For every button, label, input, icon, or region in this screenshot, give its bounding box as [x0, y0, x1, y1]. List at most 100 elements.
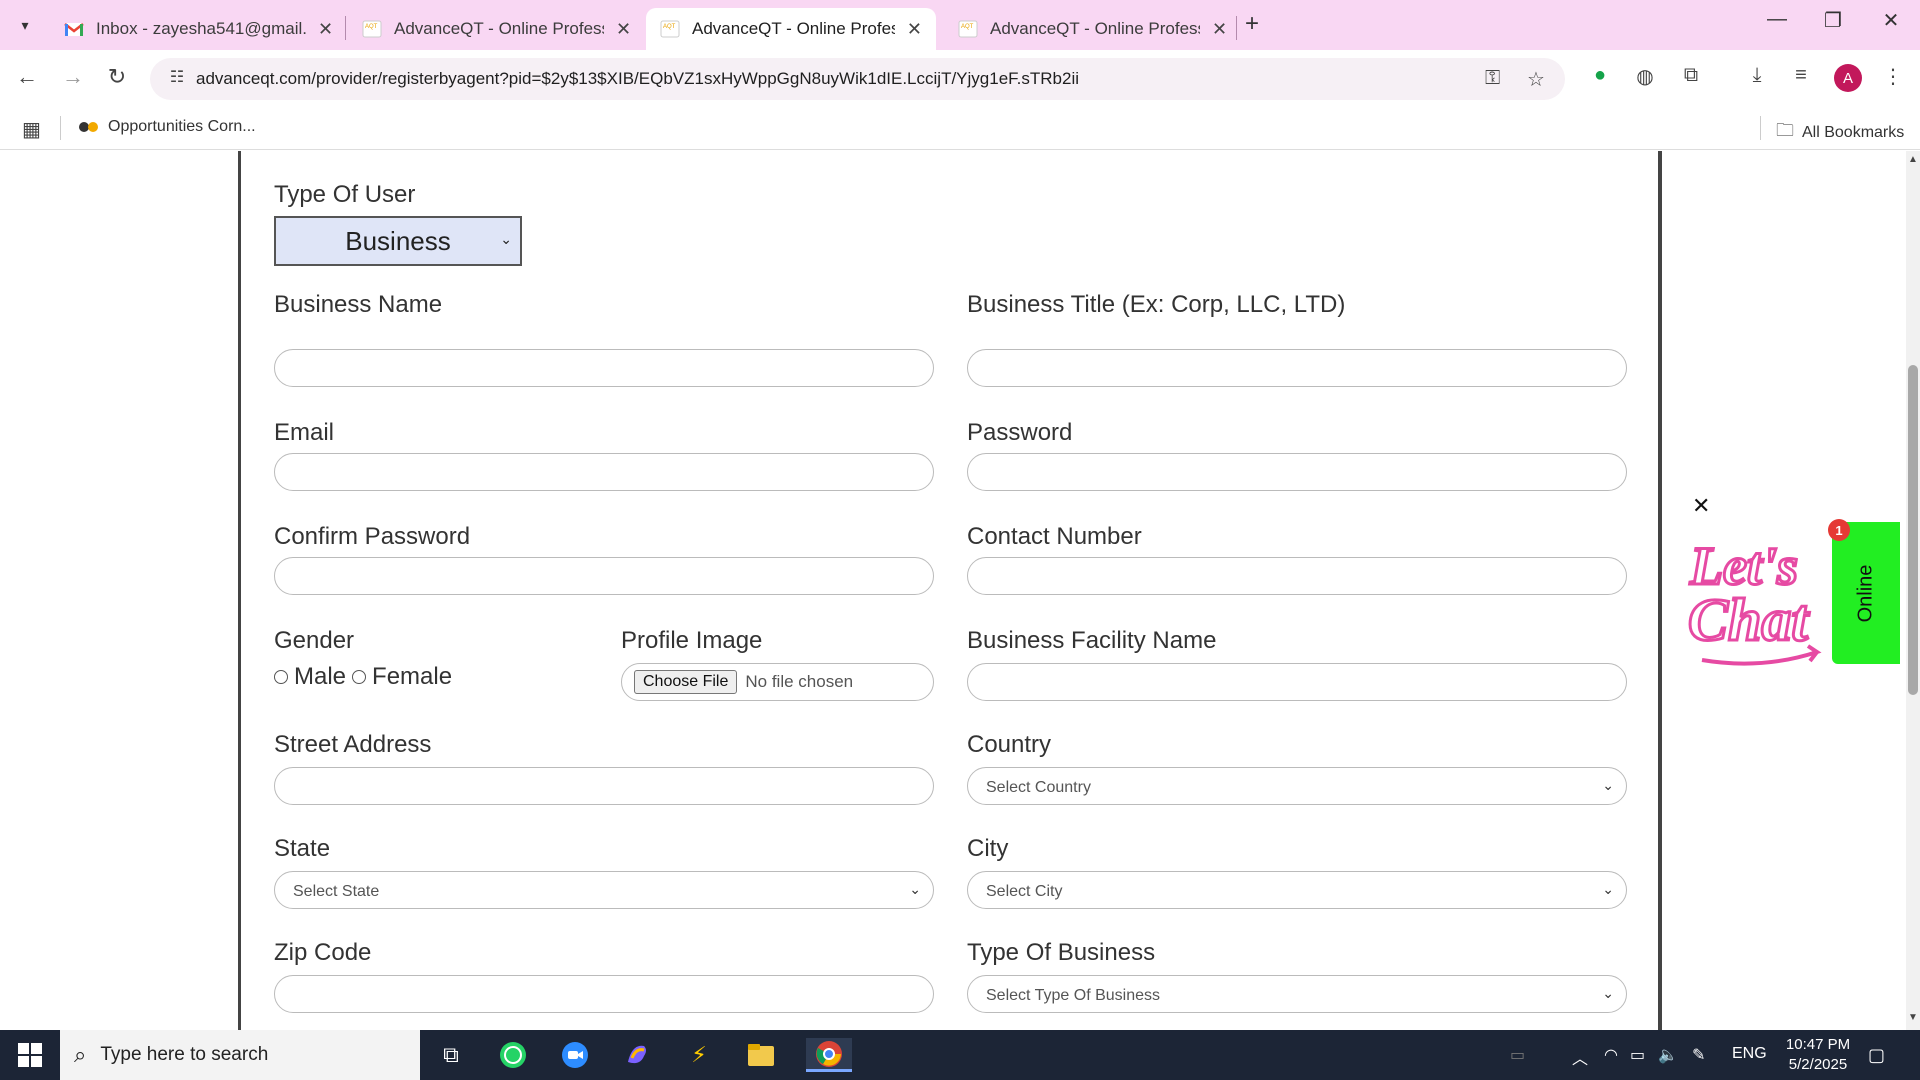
chat-art-line2: Chat — [1688, 587, 1810, 653]
close-tab-icon[interactable]: ✕ — [907, 19, 922, 40]
gender-label: Gender — [274, 627, 355, 654]
chevron-down-icon: ⌄ — [1602, 985, 1614, 1001]
tab-divider — [1236, 16, 1237, 40]
password-input[interactable] — [967, 453, 1627, 491]
state-select[interactable]: Select State ⌄ — [274, 871, 934, 909]
bookmarks-divider — [1760, 116, 1761, 140]
keyboard-tray-icon[interactable]: ▭ — [1510, 1045, 1525, 1065]
close-tab-icon[interactable]: ✕ — [1212, 19, 1227, 40]
tab-gmail-inbox[interactable]: Inbox - zayesha541@gmail.com ✕ — [50, 8, 347, 50]
type-of-user-select[interactable]: Business ⌄ — [274, 216, 522, 266]
gender-male-radio[interactable] — [274, 670, 288, 684]
zip-code-label: Zip Code — [274, 939, 372, 966]
profile-avatar[interactable]: A — [1834, 64, 1862, 92]
task-view-icon[interactable]: ⧉ — [434, 1038, 468, 1072]
back-arrow-icon[interactable]: ← — [12, 64, 42, 90]
business-facility-input[interactable] — [967, 663, 1627, 701]
copilot-icon[interactable] — [620, 1038, 654, 1072]
media-controls-icon[interactable]: ≡ — [1786, 64, 1816, 87]
tab-advanceqt-3[interactable]: AQT AdvanceQT - Online Professional ✕ — [944, 8, 1241, 50]
scroll-down-arrow-icon[interactable]: ▼ — [1906, 1012, 1920, 1023]
gender-female-radio[interactable] — [352, 670, 367, 684]
lets-chat-art[interactable]: Let's Chat — [1682, 520, 1842, 670]
all-bookmarks[interactable]: 🗀 All Bookmarks — [1776, 118, 1904, 148]
restore-icon[interactable]: ❐ — [1808, 8, 1858, 33]
taskbar-clock[interactable]: 10:47 PM 5/2/2025 — [1776, 1035, 1860, 1075]
file-explorer-icon[interactable] — [744, 1038, 778, 1072]
country-select[interactable]: Select Country ⌄ — [967, 767, 1627, 805]
form-card-right-border — [1658, 151, 1662, 1030]
menu-kebab-icon[interactable]: ⋮ — [1878, 64, 1908, 89]
chat-close-icon[interactable]: ✕ — [1692, 493, 1710, 519]
confirm-password-label: Confirm Password — [274, 523, 471, 550]
zoom-icon[interactable] — [558, 1038, 592, 1072]
pen-icon[interactable]: ✎ — [1692, 1045, 1705, 1065]
chat-notification-badge: 1 — [1828, 519, 1850, 541]
chat-online-button[interactable]: Online — [1832, 522, 1900, 664]
minimize-icon[interactable]: — — [1752, 8, 1802, 31]
password-key-icon[interactable]: ⚿ — [1485, 67, 1500, 90]
tab-title: Inbox - zayesha541@gmail.com — [96, 19, 306, 38]
show-hidden-icons-chevron-icon[interactable]: ︿ — [1572, 1045, 1588, 1069]
advanceqt-icon: AQT — [362, 20, 382, 38]
apps-grid-icon[interactable]: ▦ — [22, 117, 41, 142]
choose-file-button[interactable]: Choose File — [634, 670, 738, 694]
close-window-icon[interactable]: ✕ — [1866, 8, 1916, 33]
svg-text:AQT: AQT — [961, 24, 974, 30]
confirm-password-input[interactable] — [274, 557, 934, 595]
city-select[interactable]: Select City ⌄ — [967, 871, 1627, 909]
bookmark-star-icon[interactable]: ☆ — [1527, 67, 1545, 92]
bookmark-opportunities[interactable]: Opportunities Corn... — [78, 118, 256, 136]
tab-title: AdvanceQT - Online Professional — [394, 19, 604, 38]
whatsapp-icon[interactable] — [496, 1038, 530, 1072]
taskbar-search-box[interactable]: ⌕ Type here to search — [60, 1030, 420, 1080]
tab-title: AdvanceQT - Online Professional — [990, 19, 1200, 38]
grammarly-icon[interactable]: ● — [1585, 64, 1615, 87]
tab-search-chevron-icon[interactable]: ▾ — [10, 10, 40, 40]
close-tab-icon[interactable]: ✕ — [318, 19, 333, 40]
site-info-icon[interactable]: ☷ — [165, 67, 189, 91]
notification-center-icon[interactable]: ▢ — [1868, 1045, 1885, 1066]
email-input[interactable] — [274, 453, 934, 491]
profile-image-file-input[interactable]: Choose File No file chosen — [621, 663, 934, 701]
contact-number-input[interactable] — [967, 557, 1627, 595]
tab-divider — [345, 16, 346, 40]
email-label: Email — [274, 419, 335, 446]
windows-start-icon[interactable] — [18, 1043, 42, 1067]
battery-icon[interactable]: ▭ — [1630, 1045, 1645, 1065]
no-file-text: No file chosen — [745, 672, 854, 691]
street-address-input[interactable] — [274, 767, 934, 805]
business-name-label: Business Name — [274, 291, 443, 318]
zip-code-input[interactable] — [274, 975, 934, 1013]
language-indicator[interactable]: ENG — [1732, 1045, 1767, 1063]
type-of-business-select[interactable]: Select Type Of Business ⌄ — [967, 975, 1627, 1013]
scroll-up-arrow-icon[interactable]: ▲ — [1906, 154, 1920, 165]
page-content: Type Of User Business ⌄ Business Name Bu… — [0, 151, 1906, 1030]
tab-title: AdvanceQT - Online Professional — [692, 19, 895, 38]
tab-advanceqt-active[interactable]: AQT AdvanceQT - Online Professional ✕ — [646, 8, 936, 50]
gender-radio-group: Male Female — [274, 663, 458, 691]
city-select-value: Select City — [986, 883, 1063, 900]
page-scrollbar-thumb[interactable] — [1908, 365, 1918, 695]
all-bookmarks-label: All Bookmarks — [1802, 124, 1905, 141]
extensions-puzzle-icon[interactable]: ⧉ — [1676, 64, 1706, 87]
close-tab-icon[interactable]: ✕ — [616, 19, 631, 40]
forward-arrow-icon[interactable]: → — [58, 64, 88, 90]
city-label: City — [967, 835, 1009, 862]
opportunities-favicon-icon — [79, 122, 98, 132]
new-tab-plus-icon[interactable]: + — [1245, 10, 1259, 38]
chrome-taskbar-icon[interactable] — [806, 1038, 852, 1072]
reload-icon[interactable]: ↻ — [102, 64, 132, 90]
volume-icon[interactable]: 🔈 — [1658, 1045, 1678, 1065]
url-text[interactable]: advanceqt.com/provider/registerbyagent?p… — [196, 69, 1079, 89]
address-bar[interactable]: ☷ advanceqt.com/provider/registerbyagent… — [150, 58, 1565, 100]
wifi-icon[interactable]: ◠ — [1604, 1045, 1618, 1065]
lightning-app-icon[interactable]: ⚡ — [682, 1038, 716, 1072]
business-name-input[interactable] — [274, 349, 934, 387]
chevron-down-icon: ⌄ — [1602, 881, 1614, 897]
translate-globe-icon[interactable]: ◍ — [1630, 64, 1660, 89]
chevron-down-icon: ⌄ — [1602, 777, 1614, 793]
tab-advanceqt-1[interactable]: AQT AdvanceQT - Online Professional ✕ — [348, 8, 645, 50]
download-icon[interactable]: ⤓ — [1742, 64, 1772, 87]
business-title-input[interactable] — [967, 349, 1627, 387]
